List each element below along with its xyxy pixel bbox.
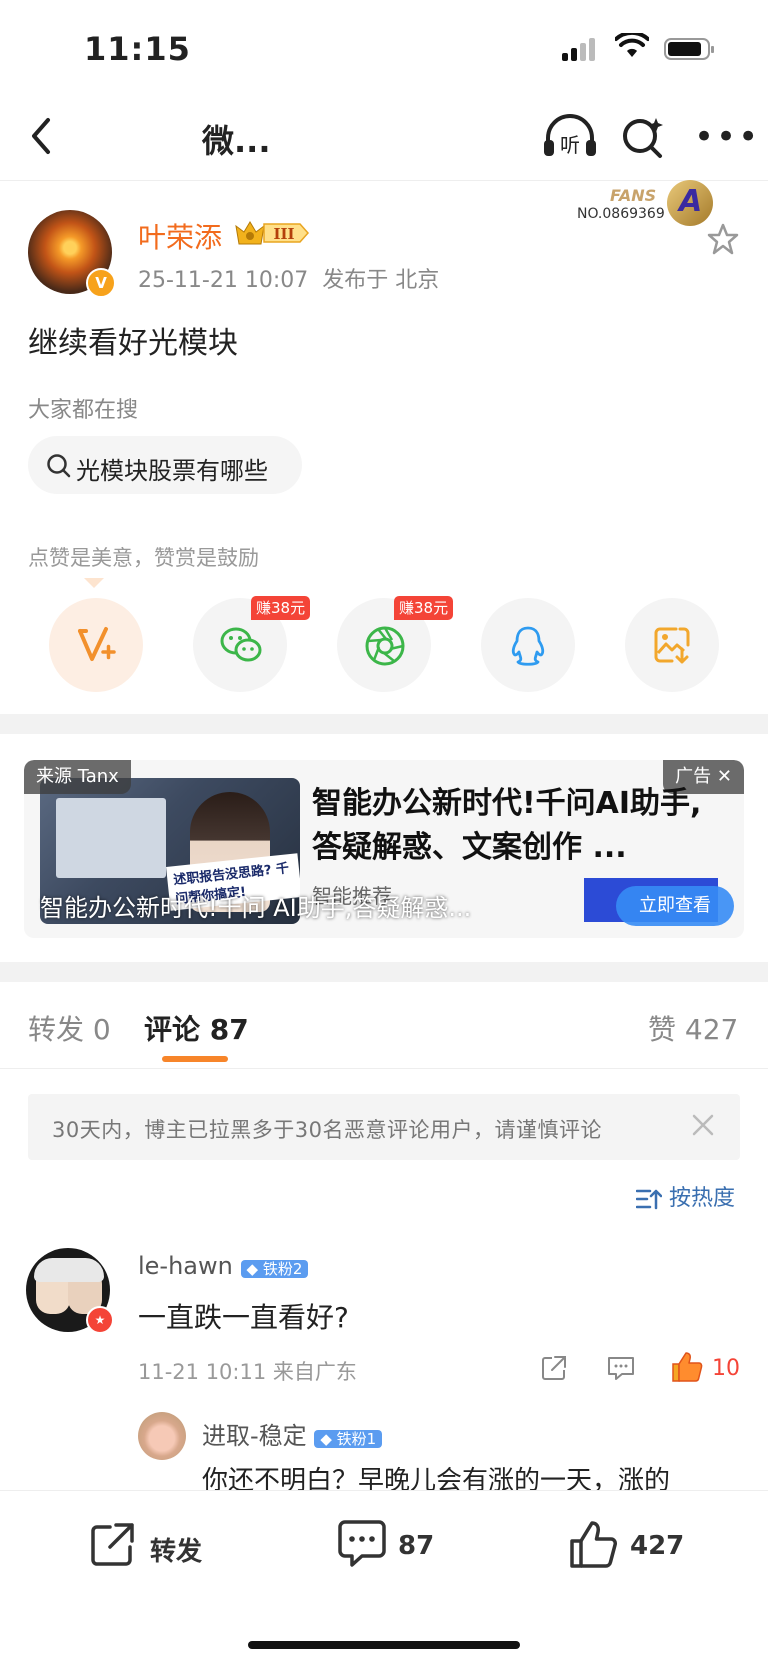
- save-image-icon: [654, 627, 690, 664]
- reply-avatar[interactable]: [138, 1412, 186, 1460]
- comment-like-count: 10: [712, 1356, 740, 1381]
- ad-overlay-text: 智能办公新时代!千问 AI助手,答疑解惑...: [40, 894, 472, 922]
- tabs-divider: [0, 1068, 768, 1069]
- tab-repost[interactable]: 转发 0: [28, 1008, 111, 1048]
- repost-icon: [91, 1523, 134, 1566]
- close-icon[interactable]: ✕: [717, 766, 732, 787]
- post-text: 继续看好光模块: [28, 326, 238, 361]
- reply-author[interactable]: 进取-稳定 ◆ 铁粉1: [202, 1416, 383, 1451]
- section-divider: [0, 714, 768, 734]
- notice-text: 30天内，博主已拉黑多于30名恶意评论用户，请谨慎评论: [52, 1118, 602, 1142]
- svg-text:III: III: [273, 225, 294, 243]
- comment-author[interactable]: le-hawn ◆ 铁粉2: [138, 1252, 309, 1281]
- fan-level-badge: ◆ 铁粉2: [240, 1260, 309, 1278]
- avengers-logo-icon: A: [667, 180, 713, 226]
- cellular-signal-icon: [562, 38, 598, 61]
- commenter-badge-icon: ★: [86, 1306, 114, 1334]
- home-indicator: [248, 1641, 520, 1649]
- comment-text: 一直跌一直看好?: [138, 1301, 349, 1334]
- wechat-icon: [220, 627, 262, 662]
- author-name[interactable]: 叶荣添: [138, 216, 222, 256]
- more-icon[interactable]: •••: [694, 120, 760, 154]
- status-time: 11:15: [84, 30, 191, 68]
- repost-button[interactable]: 转发: [88, 1519, 228, 1579]
- svg-text:听: 听: [560, 133, 580, 157]
- bottom-action-bar: 转发 87 427: [0, 1490, 768, 1664]
- fan-level-badge: ◆ 铁粉1: [314, 1430, 383, 1448]
- repost-label: 转发: [150, 1537, 203, 1567]
- reply-author-name[interactable]: 进取-稳定: [202, 1422, 307, 1450]
- post-time: 25-11-21 10:07: [138, 268, 309, 293]
- comment-author-name[interactable]: le-hawn: [138, 1252, 233, 1280]
- comment-notice-banner: 30天内，博主已拉黑多于30名恶意评论用户，请谨慎评论: [28, 1094, 740, 1160]
- ad-card[interactable]: 述职报告没思路? 千问帮你搞定! 来源 Tanx 广告 ✕ 智能办公新时代!千问…: [24, 760, 744, 938]
- favorite-star-icon[interactable]: [706, 222, 740, 256]
- headphones-icon: 听: [544, 114, 596, 157]
- save-image-button[interactable]: [625, 598, 719, 692]
- section-divider: [0, 962, 768, 982]
- sort-label: 按热度: [669, 1186, 736, 1211]
- trending-search-label: 大家都在搜: [28, 398, 139, 423]
- sort-icon: [635, 1189, 663, 1210]
- fans-badge[interactable]: FANS NO.0869369 A: [575, 180, 715, 230]
- reply-comment-icon[interactable]: [606, 1354, 636, 1382]
- like-count: 427: [630, 1531, 685, 1561]
- qq-penguin-icon: [511, 626, 545, 666]
- comment-icon: [338, 1520, 386, 1567]
- verified-badge-icon: V: [86, 268, 116, 298]
- like-button[interactable]: 427: [568, 1519, 708, 1579]
- share-qq-button[interactable]: [481, 598, 575, 692]
- ad-headline[interactable]: 智能办公新时代!千问AI助手,答疑解惑、文案创作 ...: [312, 782, 712, 870]
- thumbs-up-icon[interactable]: [670, 1350, 704, 1384]
- post-location: 发布于 北京: [322, 268, 440, 293]
- active-tab-indicator: [162, 1056, 228, 1062]
- moments-aperture-icon: [365, 626, 405, 666]
- tab-like[interactable]: 赞 427: [648, 1008, 738, 1048]
- comment-meta: 11-21 10:11 来自广东: [138, 1360, 357, 1384]
- trending-search-query: 光模块股票有哪些: [76, 457, 268, 485]
- trending-search-pill[interactable]: 光模块股票有哪些: [28, 436, 302, 494]
- reward-button[interactable]: [49, 598, 143, 692]
- search-icon: [47, 454, 71, 478]
- battery-icon: [664, 38, 714, 60]
- close-icon[interactable]: [688, 1110, 718, 1140]
- ad-source-label: 来源 Tanx: [24, 760, 131, 794]
- back-icon[interactable]: [22, 112, 62, 160]
- like-reward-hint: 点赞是美意，赞赏是鼓励: [28, 546, 259, 570]
- comment-button[interactable]: 87: [336, 1519, 466, 1579]
- moments-earn-tag: 赚38元: [394, 596, 454, 620]
- wifi-icon: [615, 33, 649, 57]
- share-comment-icon[interactable]: [540, 1354, 568, 1382]
- comment-count: 87: [398, 1531, 435, 1561]
- thumbs-up-icon: [570, 1521, 617, 1568]
- search-icon[interactable]: [620, 112, 668, 160]
- sort-button[interactable]: 按热度: [635, 1180, 736, 1212]
- page-title: 微...: [202, 122, 271, 160]
- hint-pointer: [84, 578, 104, 588]
- ad-view-button[interactable]: 立即查看: [616, 886, 734, 926]
- member-level-badge[interactable]: III: [234, 218, 310, 248]
- tab-comment[interactable]: 评论 87: [144, 1008, 249, 1048]
- reward-v-plus-icon: [78, 627, 116, 661]
- post-meta: 25-11-21 10:07 发布于 北京: [138, 262, 439, 294]
- crown-icon: III: [235, 221, 310, 245]
- listen-button[interactable]: 听: [540, 112, 600, 160]
- wechat-earn-tag: 赚38元: [251, 596, 311, 620]
